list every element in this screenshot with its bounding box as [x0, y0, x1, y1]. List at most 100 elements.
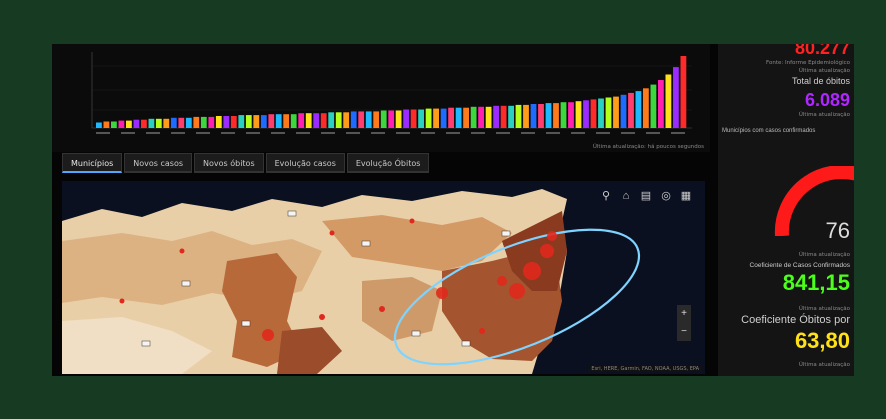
bar[interactable] — [403, 109, 409, 129]
zoom-out-button[interactable]: − — [677, 323, 691, 341]
bar[interactable] — [141, 119, 147, 128]
home-icon[interactable]: ⌂ — [619, 189, 633, 203]
map-label-marker[interactable] — [141, 340, 151, 347]
bar[interactable] — [553, 103, 559, 128]
bar[interactable] — [155, 118, 162, 128]
case-marker[interactable] — [262, 329, 274, 341]
bar[interactable] — [598, 98, 604, 129]
zoom-in-button[interactable]: + — [677, 305, 691, 323]
bar[interactable] — [493, 105, 499, 128]
case-marker[interactable] — [119, 298, 125, 304]
bar[interactable] — [350, 111, 357, 128]
bar[interactable] — [665, 74, 672, 129]
case-marker[interactable] — [409, 218, 415, 224]
bar[interactable] — [568, 102, 574, 128]
bar[interactable] — [223, 116, 230, 128]
bar[interactable] — [590, 99, 597, 128]
bar[interactable] — [208, 116, 215, 128]
bar[interactable] — [133, 119, 140, 128]
search-icon[interactable]: ⚲ — [599, 189, 613, 203]
bar[interactable] — [185, 117, 192, 128]
bar[interactable] — [111, 121, 117, 129]
bar[interactable] — [425, 108, 432, 128]
tab-evolucao-obitos[interactable]: Evolução Óbitos — [346, 153, 430, 173]
bar[interactable] — [508, 105, 514, 128]
case-marker[interactable] — [540, 244, 554, 258]
case-marker[interactable] — [319, 314, 325, 320]
case-marker[interactable] — [179, 248, 185, 254]
bar[interactable] — [305, 113, 312, 128]
bar[interactable] — [268, 114, 275, 128]
map-label-marker[interactable] — [287, 210, 297, 217]
map-label-marker[interactable] — [411, 330, 421, 337]
tab-evolucao-casos[interactable]: Evolução casos — [265, 153, 345, 173]
bar[interactable] — [96, 122, 102, 129]
map-label-marker[interactable] — [181, 280, 191, 287]
bar[interactable] — [575, 101, 582, 128]
bar[interactable] — [380, 110, 387, 129]
bar[interactable] — [635, 91, 642, 128]
bar[interactable] — [335, 112, 342, 128]
bar[interactable] — [178, 117, 185, 128]
bar[interactable] — [643, 88, 649, 128]
bar[interactable] — [245, 115, 252, 128]
bar[interactable] — [118, 120, 125, 128]
case-marker[interactable] — [497, 276, 507, 286]
map-label-marker[interactable] — [241, 320, 251, 327]
map-label-marker[interactable] — [501, 230, 511, 237]
bar[interactable] — [290, 114, 297, 128]
case-marker[interactable] — [547, 231, 557, 241]
bar[interactable] — [538, 104, 544, 128]
bar[interactable] — [373, 111, 380, 128]
bar[interactable] — [320, 113, 327, 128]
bar[interactable] — [440, 108, 447, 128]
case-marker[interactable] — [523, 262, 541, 280]
bar[interactable] — [193, 116, 200, 128]
bar[interactable] — [448, 107, 454, 128]
bar[interactable] — [680, 56, 687, 128]
layers-icon[interactable]: ▤ — [639, 189, 653, 203]
bar[interactable] — [260, 115, 267, 128]
bar[interactable] — [170, 117, 177, 128]
bar[interactable] — [365, 111, 372, 128]
bar[interactable] — [470, 106, 477, 128]
bar[interactable] — [163, 118, 170, 128]
bar[interactable] — [545, 103, 552, 128]
bar[interactable] — [215, 116, 222, 128]
case-marker[interactable] — [479, 328, 485, 334]
tab-municipios[interactable]: Municípios — [62, 153, 123, 173]
bar[interactable] — [313, 113, 320, 128]
bar[interactable] — [523, 104, 529, 128]
bar[interactable] — [658, 80, 664, 128]
bar[interactable] — [613, 96, 619, 128]
locate-icon[interactable]: ◎ — [659, 189, 673, 203]
bar[interactable] — [388, 110, 395, 129]
bar[interactable] — [148, 118, 155, 128]
bar[interactable] — [253, 115, 260, 128]
bar[interactable] — [298, 113, 305, 128]
bar[interactable] — [455, 107, 462, 128]
bar[interactable] — [418, 109, 424, 129]
bar[interactable] — [283, 114, 290, 128]
bar[interactable] — [433, 108, 439, 128]
bar[interactable] — [478, 106, 484, 128]
bar[interactable] — [395, 110, 402, 129]
case-marker[interactable] — [329, 230, 335, 236]
bar[interactable] — [500, 105, 507, 128]
map-label-marker[interactable] — [361, 240, 371, 247]
tab-novos-obitos[interactable]: Novos óbitos — [194, 153, 264, 173]
map-label-marker[interactable] — [461, 340, 471, 347]
bar[interactable] — [343, 112, 350, 128]
bar[interactable] — [230, 116, 237, 128]
bar[interactable] — [126, 120, 132, 128]
map-view[interactable]: ⚲ ⌂ ▤ ◎ ▦ + − Esri, HERE, Garmin, FAO, N… — [62, 181, 705, 374]
bar[interactable] — [628, 92, 634, 128]
bar[interactable] — [463, 107, 469, 128]
bar[interactable] — [275, 114, 282, 128]
tab-novos-casos[interactable]: Novos casos — [124, 153, 192, 173]
bar[interactable] — [560, 102, 567, 128]
basemap-icon[interactable]: ▦ — [679, 189, 693, 203]
bar[interactable] — [650, 84, 657, 128]
case-marker[interactable] — [436, 287, 448, 299]
bar[interactable] — [673, 67, 679, 128]
